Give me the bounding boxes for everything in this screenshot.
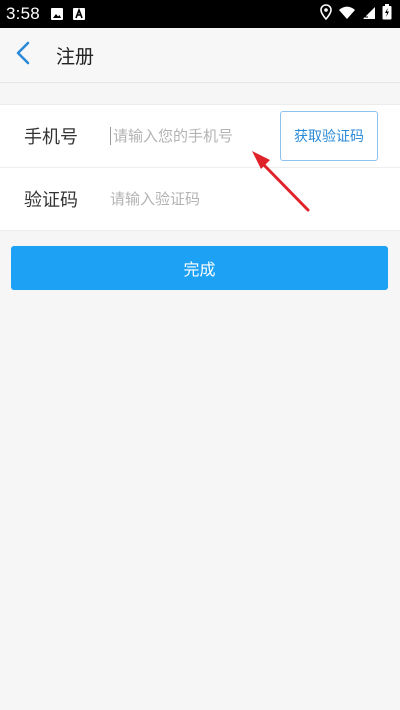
status-bar: 3:58 xyxy=(0,0,400,28)
app-bar: 注册 xyxy=(0,28,400,83)
status-time: 3:58 xyxy=(6,4,40,23)
battery-charging-icon xyxy=(382,4,392,24)
done-button[interactable]: 完成 xyxy=(11,246,388,290)
phone-label: 手机号 xyxy=(24,127,78,148)
a-notification-icon xyxy=(72,7,86,21)
image-icon xyxy=(50,7,64,21)
code-input[interactable] xyxy=(110,190,270,208)
register-form: 手机号 获取验证码 验证码 xyxy=(0,104,400,231)
phone-input[interactable] xyxy=(110,127,273,145)
get-code-button[interactable]: 获取验证码 xyxy=(280,111,378,161)
code-label: 验证码 xyxy=(24,190,78,211)
location-icon xyxy=(320,4,332,24)
page-title: 注册 xyxy=(56,45,95,68)
back-button[interactable] xyxy=(0,28,46,82)
code-row: 验证码 xyxy=(0,167,400,230)
wifi-icon xyxy=(338,5,356,24)
phone-row: 手机号 获取验证码 xyxy=(0,105,400,167)
chevron-left-icon xyxy=(16,41,30,69)
signal-icon xyxy=(362,5,376,24)
